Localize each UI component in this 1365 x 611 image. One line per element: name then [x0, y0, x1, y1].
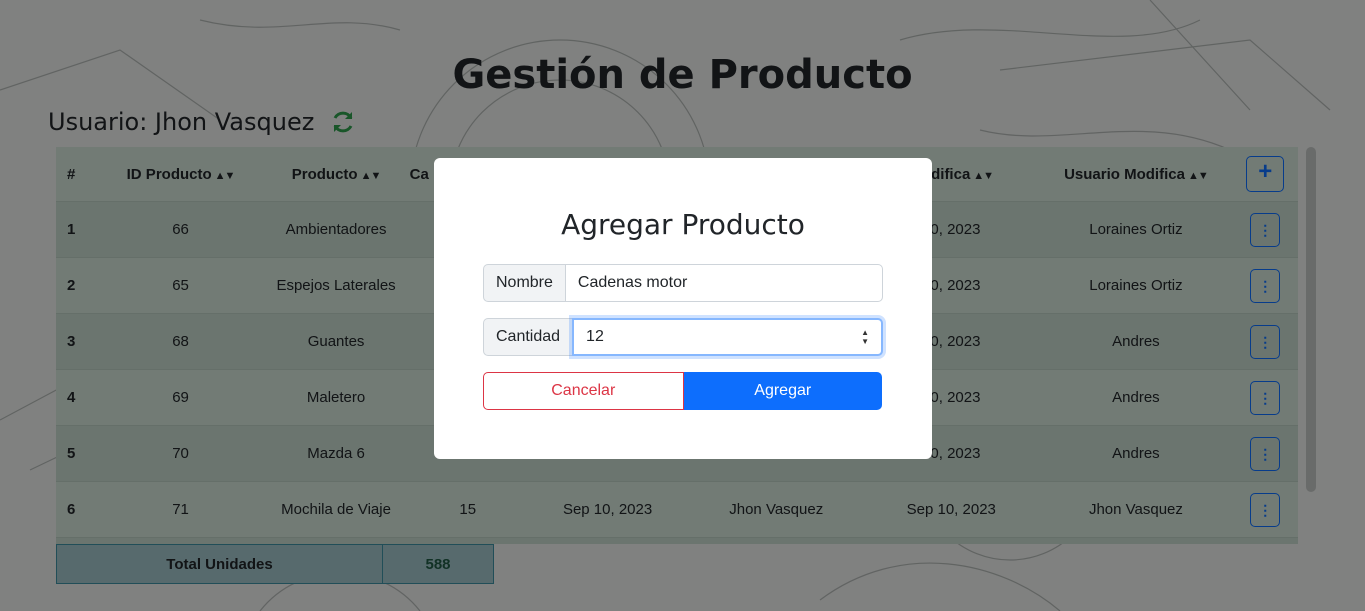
modal-title: Agregar Producto — [561, 208, 805, 241]
nombre-input[interactable]: Cadenas motor — [564, 264, 883, 302]
cantidad-input[interactable]: 12 ▲ ▼ — [572, 318, 883, 356]
cantidad-label: Cantidad — [483, 318, 573, 356]
cantidad-input-group: Cantidad 12 ▲ ▼ — [483, 318, 883, 356]
agregar-button[interactable]: Agregar — [683, 372, 882, 410]
number-spinner[interactable]: ▲ ▼ — [861, 328, 869, 346]
spinner-up-icon[interactable]: ▲ — [861, 328, 869, 337]
nombre-label: Nombre — [483, 264, 565, 302]
add-product-modal: Agregar Producto Nombre Cadenas motor Ca… — [434, 158, 932, 459]
cantidad-value: 12 — [586, 328, 604, 345]
spinner-down-icon[interactable]: ▼ — [861, 337, 869, 346]
modal-button-row: Cancelar Agregar — [483, 372, 882, 410]
cancel-button[interactable]: Cancelar — [483, 372, 684, 410]
nombre-input-group: Nombre Cadenas motor — [483, 264, 883, 302]
